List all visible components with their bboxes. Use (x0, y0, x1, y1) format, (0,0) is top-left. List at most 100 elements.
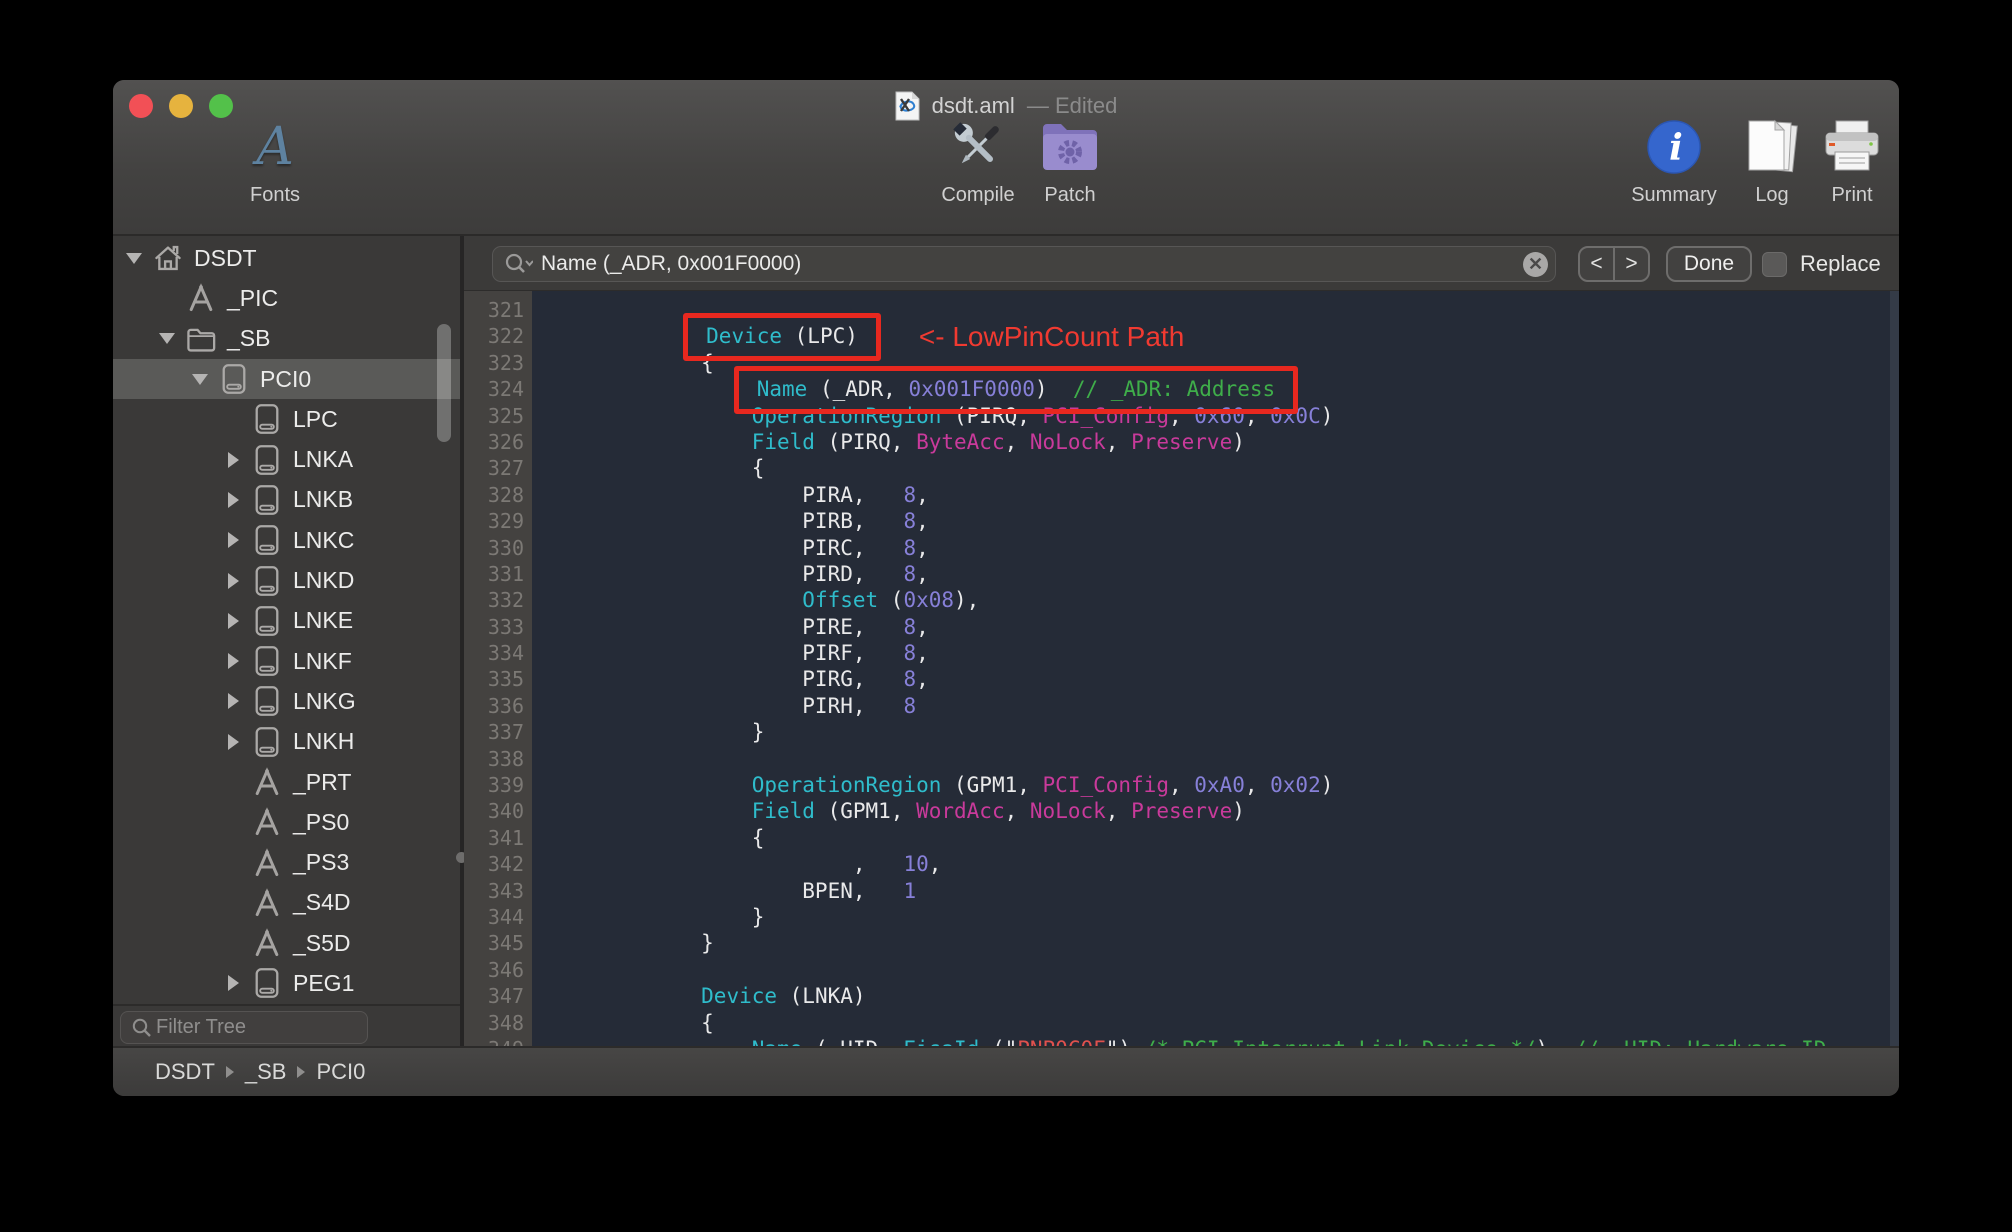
sidebar-item-ps3[interactable]: _PS3 (113, 842, 460, 882)
disclosure-closed-icon[interactable] (220, 447, 246, 473)
replace-label: Replace (1800, 251, 1881, 276)
line-number: 341 (487, 825, 524, 850)
code-token: Device (701, 984, 778, 1009)
find-field[interactable]: ✕ (492, 246, 1556, 282)
code-token: Offset (802, 588, 879, 613)
code-token: Device (706, 324, 783, 349)
code-token: , (1004, 429, 1030, 454)
search-menu-icon (505, 253, 533, 273)
sidebar-item-lnkg[interactable]: LNKG (113, 681, 460, 721)
code-editor[interactable]: 321 322 323 324 325 326 327 328 329 330 331 332 333 3… (464, 291, 1899, 1046)
code-token: , (1244, 773, 1271, 798)
disclosure-spacer (220, 769, 246, 795)
code-token: 0x08 (903, 588, 955, 613)
search-icon (132, 1018, 151, 1037)
sidebar-item-lnkb[interactable]: LNKB (113, 480, 460, 520)
line-number: 321 (487, 298, 524, 322)
disclosure-open-icon[interactable] (187, 366, 213, 392)
tree-item-label: LNKE (293, 607, 354, 634)
replace-checkbox[interactable] (1762, 251, 1787, 277)
sidebar-item-lnka[interactable]: LNKA (113, 439, 460, 479)
sidebar-scrollbar-thumb[interactable] (437, 324, 451, 442)
code-line-347: Device (LNKA) (600, 983, 1899, 1009)
sidebar-item-pci0[interactable]: PCI0 (113, 358, 460, 400)
disclosure-closed-icon[interactable] (220, 688, 246, 714)
disclosure-closed-icon[interactable] (220, 608, 246, 634)
tree-item-label: LNKH (293, 728, 355, 755)
line-number: 346 (487, 957, 524, 982)
line-number: 338 (487, 746, 524, 771)
sidebar-item-lpc[interactable]: LPC (113, 399, 460, 439)
filter-tree-input[interactable] (154, 1015, 348, 1040)
disclosure-open-icon[interactable] (121, 245, 147, 271)
code-token: PIRB, (600, 509, 904, 534)
toolbar-print-button[interactable]: Print (1792, 114, 1899, 207)
code-line-343: BPEN, 1 (600, 878, 1899, 904)
code-line-329: PIRB, 8, (600, 508, 1899, 534)
code-token: { (600, 1010, 714, 1035)
code-token: , (916, 667, 929, 692)
sidebar-item-ps0[interactable]: _PS0 (113, 802, 460, 842)
code-token: , (916, 535, 929, 560)
disclosure-closed-icon[interactable] (220, 568, 246, 594)
disclosure-spacer (220, 850, 246, 876)
line-number: 336 (487, 693, 524, 718)
sidebar-item-lnkc[interactable]: LNKC (113, 520, 460, 560)
device-icon (251, 484, 283, 516)
sidebar-item-lnkh[interactable]: LNKH (113, 722, 460, 762)
code-line-341: { (600, 825, 1899, 851)
filter-tree-field[interactable] (120, 1011, 368, 1044)
disclosure-closed-icon[interactable] (220, 487, 246, 513)
disclosure-closed-icon[interactable] (220, 527, 246, 553)
code-token: ) (1320, 403, 1334, 428)
line-number: 333 (487, 614, 524, 639)
lowpincount-annotation: <- LowPinCount Path (918, 321, 1185, 353)
tree-item-label: LNKF (293, 647, 352, 674)
find-prev-next-control: < > (1578, 246, 1650, 282)
sidebar-item-pic[interactable]: _PIC (113, 278, 460, 318)
code-token: { (600, 825, 765, 850)
tree-item-label: _PRT (293, 768, 352, 795)
code-token: Preserve (1131, 429, 1233, 454)
sidebar-item-dsdt[interactable]: DSDT (113, 238, 460, 278)
code-token: (PIRQ, (814, 429, 917, 454)
disclosure-closed-icon[interactable] (220, 729, 246, 755)
code-content[interactable]: Device (LPC) <- LowPinCount Path { Name (… (532, 291, 1899, 1046)
find-input[interactable] (539, 251, 1523, 277)
code-line-330: PIRC, 8, (600, 535, 1899, 561)
done-button[interactable]: Done (1666, 246, 1752, 282)
sidebar-item-lnke[interactable]: LNKE (113, 601, 460, 641)
code-token: , (916, 614, 929, 639)
sidebar-item-s4d[interactable]: _S4D (113, 883, 460, 923)
find-next-button[interactable]: > (1613, 248, 1648, 280)
line-number: 332 (487, 588, 524, 613)
clear-search-icon[interactable]: ✕ (1523, 251, 1548, 277)
code-token: , (1004, 799, 1030, 824)
sidebar-item-lnkd[interactable]: LNKD (113, 560, 460, 600)
dsdt-tree: DSDT _PIC _SB PCI0 LPC LNKA LNKB LNKC LNKD LNKE LN… (113, 238, 460, 1004)
sidebar-item-prt[interactable]: _PRT (113, 762, 460, 802)
breadcrumb-item-pci0[interactable]: PCI0 (316, 1059, 365, 1085)
breadcrumb-item-dsdt[interactable]: DSDT (155, 1059, 215, 1085)
sidebar-item-peg1[interactable]: PEG1 (113, 963, 460, 1003)
breadcrumb-item-sb[interactable]: _SB (245, 1059, 287, 1085)
disclosure-closed-icon[interactable] (220, 970, 246, 996)
tree-item-label: PEG1 (293, 969, 355, 996)
svg-text:i: i (1669, 127, 1683, 169)
sidebar-item-lnkf[interactable]: LNKF (113, 641, 460, 681)
code-token: ) (1232, 429, 1245, 454)
editor-scrollbar-track[interactable] (1890, 291, 1899, 1046)
code-token: (LPC) (782, 324, 858, 349)
toolbar-fonts-button[interactable]: A Fonts (215, 114, 335, 207)
find-previous-button[interactable]: < (1580, 248, 1613, 280)
method-icon (251, 847, 283, 879)
toolbar-patch-button[interactable]: Patch (1010, 114, 1130, 207)
disclosure-closed-icon[interactable] (220, 648, 246, 674)
disclosure-open-icon[interactable] (154, 326, 180, 352)
sidebar-item-sb[interactable]: _SB (113, 319, 460, 359)
sidebar-item-s5d[interactable]: _S5D (113, 923, 460, 963)
